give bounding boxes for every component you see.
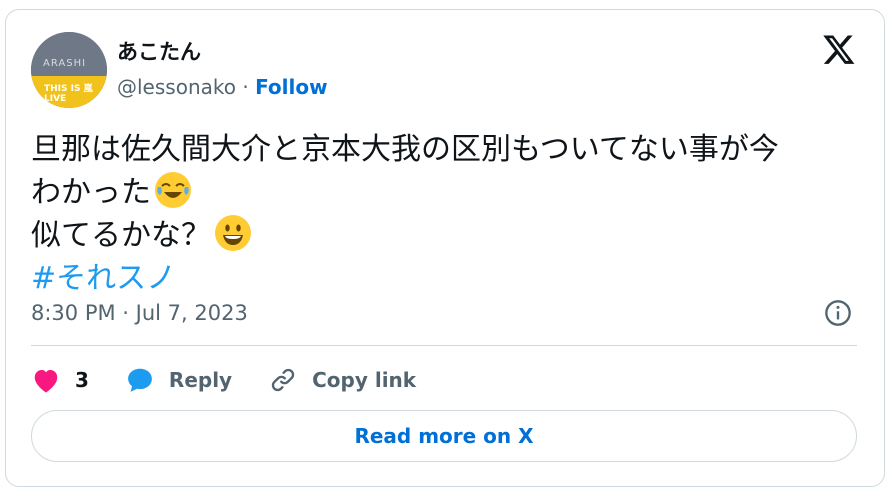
- link-icon: [271, 368, 295, 392]
- avatar-top: [31, 32, 107, 76]
- heart-icon: [34, 370, 58, 393]
- info-icon[interactable]: [824, 299, 852, 327]
- avatar[interactable]: ARASHI THIS IS 嵐 LIVE: [31, 32, 107, 108]
- handle-separator: ·: [235, 75, 256, 99]
- avatar-text-bottom: THIS IS 嵐 LIVE: [44, 84, 93, 104]
- reply-button[interactable]: Reply: [125, 366, 232, 394]
- display-name[interactable]: あこたん: [117, 36, 201, 66]
- divider: [31, 345, 857, 346]
- tweet-line-3-text: 似てるかな？: [31, 218, 211, 253]
- tweet-actions: 3 Reply Copy link: [31, 362, 452, 398]
- grinning-face-icon: [215, 215, 251, 251]
- handle-row: @lessonako · Follow: [117, 75, 328, 99]
- tweet-text: 旦那は佐久間大介と京本大我の区別もついてない事が今 わかった 似てるかな？ #そ…: [31, 128, 851, 300]
- follow-button[interactable]: Follow: [255, 75, 328, 99]
- read-more-button[interactable]: Read more on X: [31, 410, 857, 462]
- copy-link-button[interactable]: Copy link: [268, 366, 416, 394]
- face-with-tears-of-joy-icon: [155, 172, 191, 208]
- user-handle[interactable]: @lessonako: [117, 75, 236, 99]
- copy-link-label: Copy link: [312, 368, 417, 392]
- reply-bubble-icon: [128, 368, 152, 392]
- x-logo-icon[interactable]: [822, 32, 856, 66]
- avatar-text-top: ARASHI: [43, 58, 87, 69]
- tweet-card: ARASHI THIS IS 嵐 LIVE あこたん @lessonako · …: [5, 9, 885, 487]
- tweet-line-2: わかった: [31, 171, 851, 214]
- tweet-line-1: 旦那は佐久間大介と京本大我の区別もついてない事が今: [31, 132, 779, 167]
- hashtag-link[interactable]: #それスノ: [31, 257, 851, 300]
- like-count: 3: [75, 368, 89, 392]
- tweet-timestamp[interactable]: 8:30 PM · Jul 7, 2023: [31, 301, 248, 325]
- reply-label: Reply: [168, 368, 233, 392]
- like-button[interactable]: 3: [31, 366, 89, 394]
- tweet-line-2-text: わかった: [31, 175, 151, 210]
- tweet-line-3: 似てるかな？: [31, 214, 851, 257]
